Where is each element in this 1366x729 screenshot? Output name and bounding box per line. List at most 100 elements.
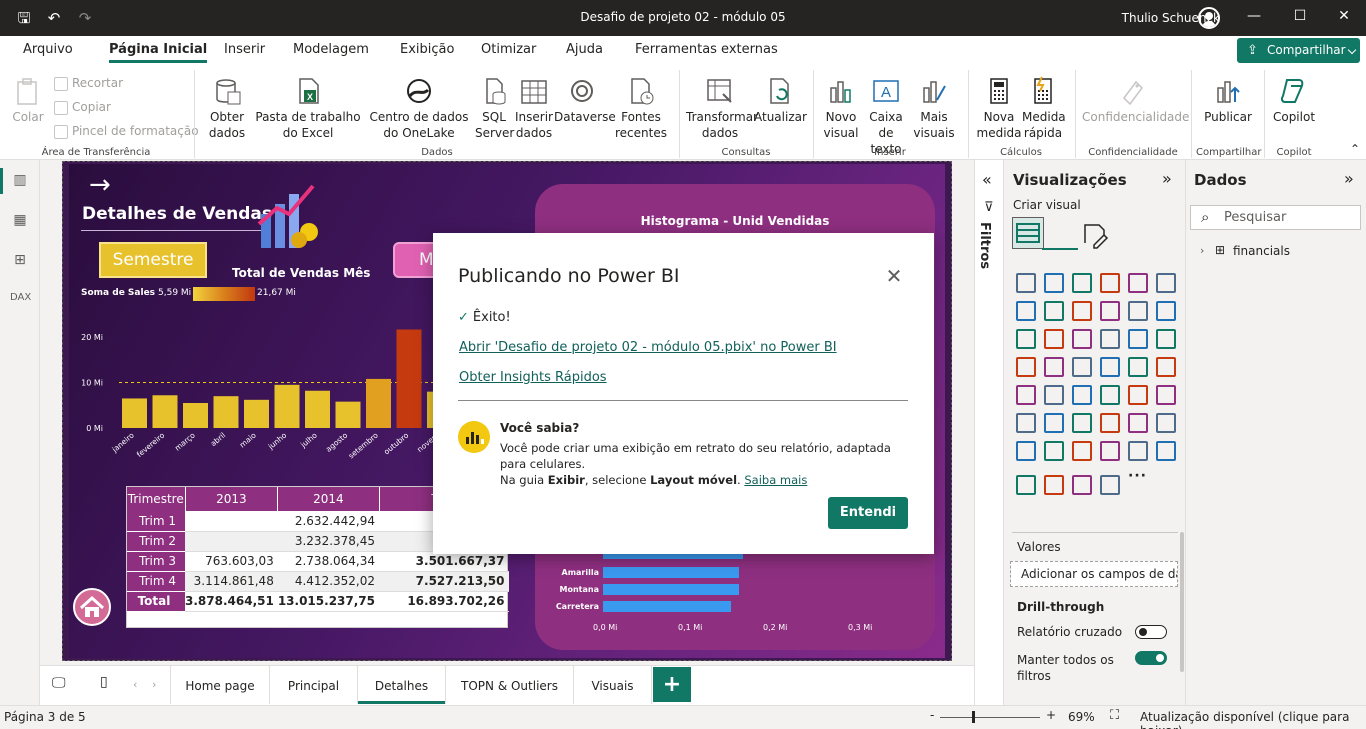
dialog-close-icon[interactable]: ✕ xyxy=(884,266,904,286)
arrow-right-icon[interactable]: → xyxy=(89,170,111,200)
visual-type-icon[interactable] xyxy=(1156,357,1176,377)
collapse-ribbon-icon[interactable]: ⌃ xyxy=(1350,142,1360,156)
zoom-level[interactable]: 69% xyxy=(1068,710,1095,724)
visual-type-icon[interactable] xyxy=(1044,413,1064,433)
update-available[interactable]: Atualização disponível (clique para baix… xyxy=(1140,710,1366,729)
avatar[interactable] xyxy=(1198,7,1220,29)
semestre-button[interactable]: Semestre xyxy=(99,242,207,278)
col-header-trimestre[interactable]: Trimestre xyxy=(127,487,186,511)
histogram-bar[interactable] xyxy=(603,554,743,559)
viz-scrollbar[interactable] xyxy=(1180,532,1184,672)
visual-type-icon[interactable] xyxy=(1128,329,1148,349)
tab-principal[interactable]: Principal xyxy=(270,666,358,704)
visual-type-icon[interactable] xyxy=(1072,273,1092,293)
paste-button[interactable]: Colar xyxy=(10,76,46,125)
tab-topn-outliers[interactable]: TOPN & Outliers xyxy=(446,666,574,704)
copy-button[interactable]: Copiar xyxy=(54,100,111,115)
visual-type-icon[interactable] xyxy=(1072,441,1092,461)
cross-report-toggle[interactable] xyxy=(1135,625,1167,639)
visual-type-icon[interactable] xyxy=(1044,329,1064,349)
expand-icon[interactable]: » xyxy=(1162,169,1172,188)
quick-measure-button[interactable]: Medida rápida xyxy=(1022,76,1066,141)
minimize-icon[interactable]: — xyxy=(1244,8,1264,24)
open-in-powerbi-link[interactable]: Abrir 'Desafio de projeto 02 - módulo 05… xyxy=(459,340,837,355)
visual-type-icon[interactable] xyxy=(1100,273,1120,293)
zoom-in-icon[interactable]: + xyxy=(1046,708,1056,722)
dax-view-icon[interactable]: DAX xyxy=(10,292,31,310)
col-header-2013[interactable]: 2013 xyxy=(185,487,279,511)
visual-type-icon[interactable] xyxy=(1128,301,1148,321)
textbox-button[interactable]: A Caixa de texto xyxy=(863,76,909,157)
more-visuals-ellipsis[interactable]: ··· xyxy=(1128,468,1147,484)
visual-type-icon[interactable] xyxy=(1044,441,1064,461)
zoom-slider[interactable] xyxy=(940,717,1040,718)
new-visual-button[interactable]: Novo visual xyxy=(820,76,862,141)
maximize-icon[interactable]: ☐ xyxy=(1290,8,1310,24)
visual-type-icon[interactable] xyxy=(1156,301,1176,321)
sensitivity-button[interactable]: Confidencialidade xyxy=(1082,76,1189,125)
menu-ferramentas[interactable]: Ferramentas externas xyxy=(635,42,778,57)
collapse-left-icon[interactable]: « xyxy=(982,170,992,189)
more-visuals-button[interactable]: Mais visuais xyxy=(910,76,958,141)
visual-type-icon[interactable] xyxy=(1072,329,1092,349)
get-data-button[interactable]: Obter dados xyxy=(203,76,251,141)
bar[interactable] xyxy=(152,395,178,428)
tab-visuais[interactable]: Visuais xyxy=(574,666,652,704)
transform-button[interactable]: Transformar dados xyxy=(686,76,758,141)
histogram-bar[interactable] xyxy=(603,567,739,578)
monthly-sales-bar-chart[interactable]: 0 Mi 10 Mi 20 Mi janeiro fevereiro março abril… xyxy=(69,314,469,464)
visual-type-icon[interactable] xyxy=(1072,475,1092,495)
visual-type-icon[interactable] xyxy=(1100,475,1120,495)
visual-type-icon[interactable] xyxy=(1072,357,1092,377)
data-search-input[interactable]: Pesquisar xyxy=(1190,205,1361,230)
visual-type-icon[interactable] xyxy=(1100,301,1120,321)
visual-type-icon[interactable] xyxy=(1016,385,1036,405)
build-visual-tab[interactable] xyxy=(1012,217,1044,249)
menu-ajuda[interactable]: Ajuda xyxy=(566,42,603,57)
learn-more-link[interactable]: Saiba mais xyxy=(744,473,807,487)
visual-type-icon[interactable] xyxy=(1016,413,1036,433)
menu-arquivo[interactable]: Arquivo xyxy=(23,42,73,57)
visual-type-icon[interactable] xyxy=(1016,301,1036,321)
chevron-right-icon[interactable]: › xyxy=(1200,244,1204,257)
share-button[interactable]: Compartilhar xyxy=(1237,38,1360,63)
visual-type-icon[interactable] xyxy=(1156,441,1176,461)
menu-otimizar[interactable]: Otimizar xyxy=(481,42,536,57)
prev-page-icon[interactable]: ‹ xyxy=(133,678,137,691)
visual-type-icon[interactable] xyxy=(1128,273,1148,293)
next-page-icon[interactable]: › xyxy=(152,678,156,691)
desktop-layout-icon[interactable]: 🖵 xyxy=(52,675,66,691)
visual-type-icon[interactable] xyxy=(1128,357,1148,377)
tab-detalhes[interactable]: Detalhes xyxy=(358,666,446,704)
visual-type-icon[interactable] xyxy=(1044,273,1064,293)
visual-type-icon[interactable] xyxy=(1156,413,1176,433)
visual-type-icon[interactable] xyxy=(1016,357,1036,377)
bar[interactable] xyxy=(335,401,361,428)
zoom-thumb[interactable] xyxy=(972,711,975,723)
format-painter-button[interactable]: Pincel de formatação xyxy=(54,124,199,139)
visual-type-icon[interactable] xyxy=(1156,273,1176,293)
bar[interactable] xyxy=(305,390,330,428)
sql-server-button[interactable]: SQL Server xyxy=(475,76,514,141)
visual-type-icon[interactable] xyxy=(1072,301,1092,321)
new-measure-button[interactable]: Nova medida xyxy=(976,76,1022,141)
visual-type-icon[interactable] xyxy=(1128,385,1148,405)
bar[interactable] xyxy=(396,329,422,429)
visual-type-icon[interactable] xyxy=(1044,385,1064,405)
filters-pane[interactable]: « ⊽ Filtros xyxy=(974,160,1004,705)
onelake-button[interactable]: Centro de dados do OneLake xyxy=(365,76,473,141)
visual-type-icon[interactable] xyxy=(1072,413,1092,433)
got-it-button[interactable]: Entendi xyxy=(828,497,908,529)
bar[interactable] xyxy=(244,399,269,428)
visual-type-icon[interactable] xyxy=(1044,357,1064,377)
visual-type-icon[interactable] xyxy=(1156,385,1176,405)
close-icon[interactable]: ✕ xyxy=(1334,8,1354,24)
publish-button[interactable]: Publicar xyxy=(1200,76,1256,125)
zoom-out-icon[interactable]: - xyxy=(930,708,934,722)
visual-type-icon[interactable] xyxy=(1156,329,1176,349)
visual-type-icon[interactable] xyxy=(1100,441,1120,461)
dataverse-button[interactable]: Dataverse xyxy=(554,76,616,125)
table-view-icon[interactable]: ▦ xyxy=(10,212,30,230)
copilot-button[interactable]: Copilot xyxy=(1270,76,1318,125)
table-financials[interactable]: financials xyxy=(1233,244,1290,258)
